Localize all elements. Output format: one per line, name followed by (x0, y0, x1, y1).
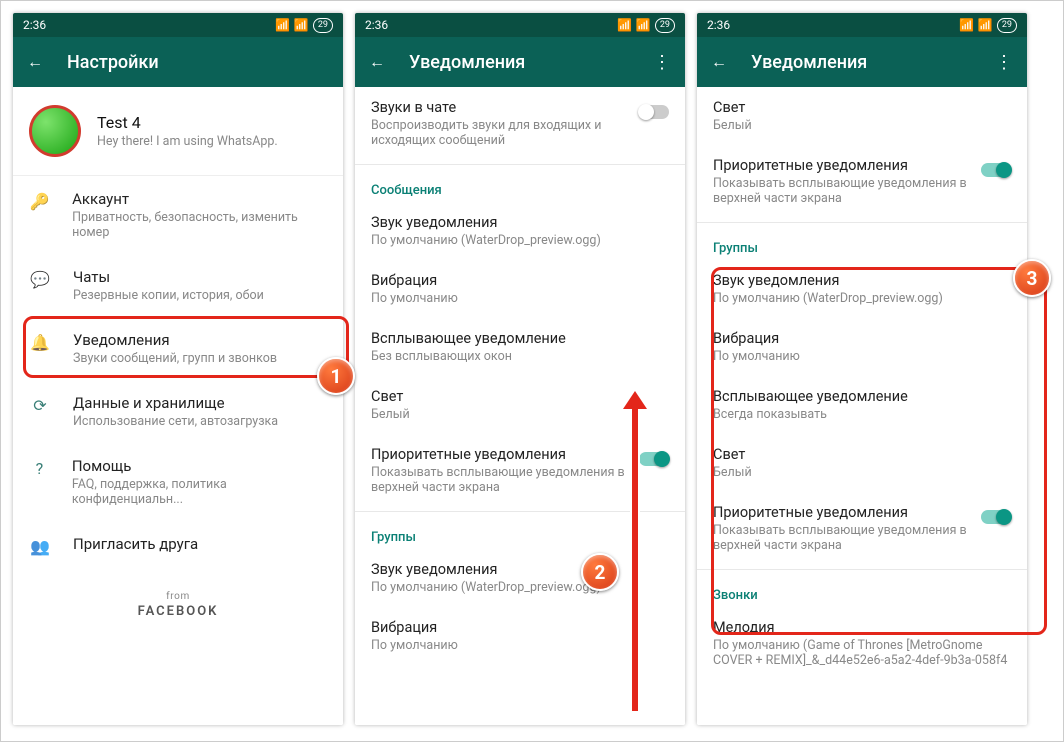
settings-item-invite[interactable]: 👥 Пригласить друга (13, 521, 343, 571)
status-time: 2:36 (707, 18, 730, 32)
row-vibration[interactable]: Вибрация По умолчанию (355, 260, 685, 318)
status-bar: 2:36 📶 📶 29 (13, 13, 343, 37)
section-calls: Звонки (697, 574, 1027, 607)
section-groups: Группы (355, 516, 685, 549)
app-bar-title: Уведомления (751, 52, 971, 73)
row-group-vibration[interactable]: Вибрация По умолчанию (355, 607, 685, 665)
data-icon: ⟳ (29, 394, 51, 416)
status-time: 2:36 (23, 18, 46, 32)
app-bar: ← Настройки (13, 37, 343, 87)
divider (697, 222, 1027, 223)
row-chat-sounds[interactable]: Звуки в чате Воспроизводить звуки для вх… (355, 87, 685, 160)
row-group-popup[interactable]: Всплывающее уведомление Всегда показыват… (697, 376, 1027, 434)
volte-icon: 📶 (617, 18, 632, 32)
battery-indicator: 29 (313, 18, 333, 33)
battery-indicator: 29 (655, 18, 675, 33)
status-bar: 2:36 📶 📶 29 (697, 13, 1027, 37)
back-icon[interactable]: ← (369, 52, 385, 72)
row-group-priority[interactable]: Приоритетные уведомления Показывать вспл… (697, 492, 1027, 565)
settings-item-help[interactable]: ? Помощь FAQ, поддержка, политика конфид… (13, 443, 343, 521)
notifications-scroll[interactable]: Свет Белый Приоритетные уведомления Пока… (697, 87, 1027, 725)
row-light[interactable]: Свет Белый (355, 376, 685, 434)
wifi-icon: 📶 (978, 18, 993, 32)
row-ringtone[interactable]: Мелодия По умолчанию (Game of Thrones [M… (697, 607, 1027, 680)
back-icon[interactable]: ← (711, 52, 727, 72)
divider (697, 569, 1027, 570)
avatar (29, 105, 81, 157)
row-group-sound[interactable]: Звук уведомления По умолчанию (WaterDrop… (355, 549, 685, 607)
row-light[interactable]: Свет Белый (697, 87, 1027, 145)
switch-chat-sounds[interactable] (639, 105, 669, 119)
row-group-light[interactable]: Свет Белый (697, 434, 1027, 492)
profile-row[interactable]: Test 4 Hey there! I am using WhatsApp. (13, 87, 343, 176)
settings-item-notifications[interactable]: 🔔 Уведомления Звуки сообщений, групп и з… (13, 317, 343, 380)
divider (355, 164, 685, 165)
profile-status: Hey there! I am using WhatsApp. (97, 134, 278, 149)
bell-icon: 🔔 (29, 331, 51, 353)
switch-group-priority[interactable] (981, 510, 1011, 524)
settings-item-data[interactable]: ⟳ Данные и хранилище Использование сети,… (13, 380, 343, 443)
overflow-icon[interactable]: ⋮ (995, 52, 1013, 73)
section-messages: Сообщения (355, 169, 685, 202)
back-icon[interactable]: ← (27, 52, 43, 72)
facebook-label: FACEBOOK (13, 604, 343, 619)
switch-priority[interactable] (639, 452, 669, 466)
settings-scroll[interactable]: Test 4 Hey there! I am using WhatsApp. 🔑… (13, 87, 343, 725)
phone-notifications-top: 2:36 📶 📶 29 ← Уведомления ⋮ Звуки в чате… (355, 13, 685, 725)
battery-indicator: 29 (997, 18, 1017, 33)
app-bar: ← Уведомления ⋮ (355, 37, 685, 87)
row-priority[interactable]: Приоритетные уведомления Показывать вспл… (697, 145, 1027, 218)
status-right: 📶 📶 29 (617, 18, 675, 33)
row-group-sound[interactable]: Звук уведомления По умолчанию (WaterDrop… (697, 260, 1027, 318)
help-icon: ? (29, 457, 50, 479)
notifications-scroll[interactable]: Звуки в чате Воспроизводить звуки для вх… (355, 87, 685, 725)
volte-icon: 📶 (275, 18, 290, 32)
row-popup[interactable]: Всплывающее уведомление Без всплывающих … (355, 318, 685, 376)
from-label: from (13, 591, 343, 602)
status-right: 📶 📶 29 (275, 18, 333, 33)
key-icon: 🔑 (29, 190, 50, 212)
switch-priority[interactable] (981, 163, 1011, 177)
divider (355, 511, 685, 512)
status-time: 2:36 (365, 18, 388, 32)
row-priority[interactable]: Приоритетные уведомления Показывать вспл… (355, 434, 685, 507)
settings-item-chats[interactable]: 💬 Чаты Резервные копии, история, обои (13, 254, 343, 317)
settings-item-account[interactable]: 🔑 Аккаунт Приватность, безопасность, изм… (13, 176, 343, 254)
people-icon: 👥 (29, 535, 51, 557)
row-sound[interactable]: Звук уведомления По умолчанию (WaterDrop… (355, 202, 685, 260)
overflow-icon[interactable]: ⋮ (653, 52, 671, 73)
phone-settings: 2:36 📶 📶 29 ← Настройки Test 4 Hey there… (13, 13, 343, 725)
volte-icon: 📶 (959, 18, 974, 32)
status-bar: 2:36 📶 📶 29 (355, 13, 685, 37)
wifi-icon: 📶 (294, 18, 309, 32)
app-bar-title: Настройки (67, 52, 329, 73)
phone-notifications-groups: 2:36 📶 📶 29 ← Уведомления ⋮ Свет Белый П… (697, 13, 1027, 725)
chat-icon: 💬 (29, 268, 51, 290)
section-groups: Группы (697, 227, 1027, 260)
app-bar: ← Уведомления ⋮ (697, 37, 1027, 87)
app-bar-title: Уведомления (409, 52, 629, 73)
row-group-vibration[interactable]: Вибрация По умолчанию (697, 318, 1027, 376)
profile-name: Test 4 (97, 113, 278, 132)
status-right: 📶 📶 29 (959, 18, 1017, 33)
wifi-icon: 📶 (636, 18, 651, 32)
